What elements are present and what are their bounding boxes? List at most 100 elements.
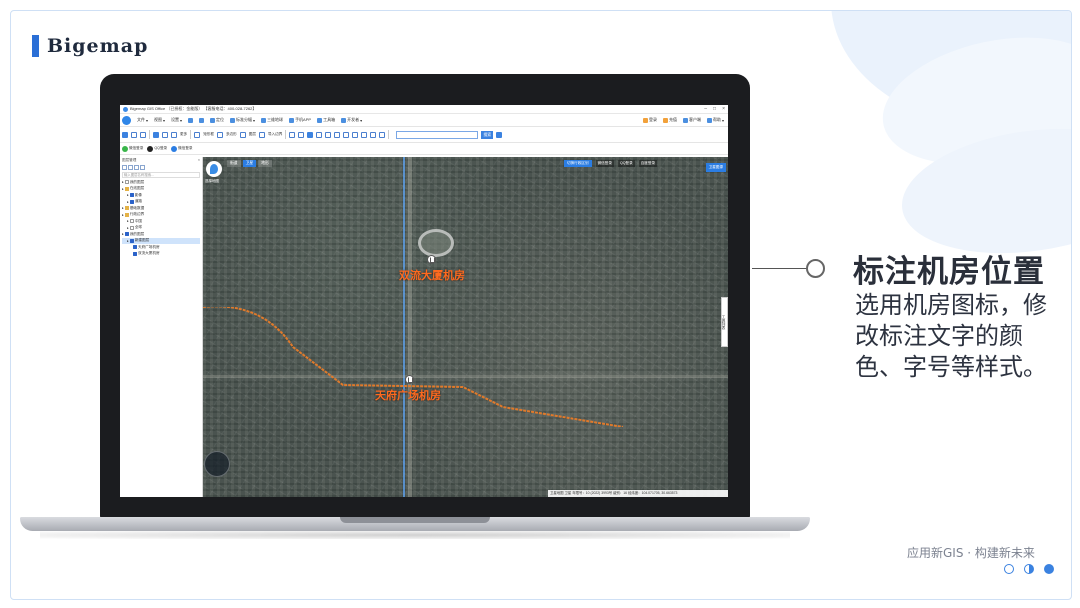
expand-arrow-icon[interactable]: ▸ xyxy=(122,232,124,236)
expand-arrow-icon[interactable]: ▸ xyxy=(127,200,129,204)
layer-icon[interactable] xyxy=(239,131,246,138)
expand-arrow-icon[interactable]: ▸ xyxy=(127,219,129,223)
text-icon[interactable] xyxy=(379,131,386,138)
map-label-2[interactable]: 天府广场机房 xyxy=(375,387,441,403)
wechat-login-2[interactable]: 微信登录 xyxy=(171,145,193,152)
server-room-pin-icon[interactable] xyxy=(405,375,414,384)
filter-icon[interactable] xyxy=(140,165,145,170)
login-bar: 微信登录 QQ登录 微信登录 xyxy=(120,143,728,155)
maximize-icon[interactable]: □ xyxy=(713,106,716,112)
map-source-icon[interactable] xyxy=(171,131,177,138)
menu-toolbox[interactable]: 工具箱 xyxy=(315,117,337,123)
expand-arrow-icon[interactable]: ▸ xyxy=(122,213,124,217)
expand-arrow-icon[interactable]: ▸ xyxy=(122,180,124,184)
layer-label[interactable]: 图层 xyxy=(249,132,256,137)
square-icon[interactable] xyxy=(361,131,368,138)
tab-satellite[interactable]: 卫星 xyxy=(242,160,257,167)
tool-list-tab[interactable]: 工具列表 xyxy=(721,297,728,347)
close-panel-icon[interactable]: × xyxy=(198,158,200,164)
expand-arrow-icon[interactable]: ▸ xyxy=(127,193,129,197)
menu-settings[interactable]: 设置 ▾ xyxy=(169,117,184,123)
layer-checkbox[interactable] xyxy=(129,238,134,243)
menu-file[interactable]: 文件 ▾ xyxy=(135,117,150,123)
layer-checkbox[interactable] xyxy=(129,219,134,224)
login-button[interactable]: 登录 xyxy=(641,117,659,123)
page-dot-active[interactable] xyxy=(1044,564,1054,574)
layer-tree-item[interactable]: 双流大厦机房 xyxy=(122,251,200,258)
layer-checkbox[interactable] xyxy=(133,251,137,256)
layer-tree-label: 行政边界 xyxy=(129,212,145,217)
search-option-icon[interactable] xyxy=(496,131,503,138)
folder-icon[interactable] xyxy=(128,165,133,170)
expand-arrow-icon[interactable]: ▸ xyxy=(122,187,124,191)
app-home-icon[interactable] xyxy=(122,115,131,125)
tab-street[interactable]: 街道 xyxy=(227,160,241,167)
circle-icon[interactable] xyxy=(334,131,341,138)
polygon-icon[interactable] xyxy=(216,131,223,138)
client-button[interactable]: 客户端 xyxy=(681,117,703,123)
map-logo-icon[interactable] xyxy=(206,161,222,177)
switch-region-button[interactable]: 切换行政区划 xyxy=(564,160,592,167)
more-button[interactable]: 更多 xyxy=(180,132,187,137)
zoom-out-icon[interactable] xyxy=(197,117,206,123)
layer-checkbox[interactable] xyxy=(129,199,134,204)
compass-icon[interactable] xyxy=(204,451,230,477)
help-button[interactable]: 帮助 ▾ xyxy=(705,117,726,123)
layer-checkbox[interactable] xyxy=(129,225,134,230)
menu-developer[interactable]: 开发者 ▾ xyxy=(339,117,364,123)
map-qq-login[interactable]: QQ登录 xyxy=(617,160,635,167)
line-icon[interactable] xyxy=(316,131,323,138)
search-input[interactable] xyxy=(396,130,479,139)
menu-locate[interactable]: 定位 xyxy=(208,117,226,123)
page-dot[interactable] xyxy=(1004,564,1014,574)
expand-arrow-icon[interactable]: ▸ xyxy=(122,206,124,210)
map-label-1[interactable]: 双流大厦机房 xyxy=(399,267,465,283)
layer-checkbox[interactable] xyxy=(124,232,129,237)
folder-icon[interactable] xyxy=(122,131,128,138)
expand-arrow-icon[interactable]: ▸ xyxy=(127,226,129,230)
map-wechat-login[interactable]: 微信登录 xyxy=(595,160,614,167)
polyline-icon[interactable] xyxy=(325,131,332,138)
measure-icon[interactable] xyxy=(370,131,377,138)
wechat-login[interactable]: 微信登录 xyxy=(122,145,143,152)
layers-icon[interactable] xyxy=(131,131,137,138)
menu-3d[interactable]: 三维地球 xyxy=(259,117,285,123)
download-icon[interactable] xyxy=(153,131,159,138)
qq-login[interactable]: QQ登录 xyxy=(147,145,167,152)
arc-icon[interactable] xyxy=(352,131,359,138)
map-view[interactable]: 选择地图 街道 卫星 地形 切换行政区划 微信登录 QQ登录 百度登录 卫星图源… xyxy=(203,157,728,497)
map-source-button[interactable]: 卫星图源 xyxy=(705,163,726,172)
layer-checkbox[interactable] xyxy=(133,245,137,250)
rectangle-select-icon[interactable] xyxy=(194,131,201,138)
marker-icon[interactable] xyxy=(307,131,314,138)
layer-search-input[interactable]: 输入图层名称搜索... xyxy=(122,172,200,178)
copy-icon[interactable] xyxy=(140,131,146,138)
page-dot[interactable] xyxy=(1024,564,1034,574)
layer-checkbox[interactable] xyxy=(124,180,129,185)
refresh-icon[interactable] xyxy=(162,131,168,138)
zoom-in-icon[interactable] xyxy=(186,117,195,123)
search-button[interactable]: 搜索 xyxy=(481,130,494,139)
pan-icon[interactable] xyxy=(289,131,296,138)
pointer-icon[interactable] xyxy=(298,131,305,138)
import-boundary-icon[interactable] xyxy=(258,131,265,138)
menubar: 文件 ▾ 视图 ▾ 设置 ▾ 定位 标准分幅 ▾ 三维地球 手机APP 工具箱 开发者 ▾… xyxy=(120,114,728,127)
menu-grid[interactable]: 标准分幅 ▾ xyxy=(228,117,257,123)
map-logo-label[interactable]: 选择地图 xyxy=(205,179,219,184)
import-boundary-label[interactable]: 导入边界 xyxy=(268,132,282,137)
recharge-button[interactable]: 充值 xyxy=(661,117,679,123)
add-layer-icon[interactable] xyxy=(122,165,127,170)
layer-checkbox[interactable] xyxy=(129,193,134,198)
expand-arrow-icon[interactable]: ▸ xyxy=(127,239,129,243)
rectangle-select-label[interactable]: 矩形框 xyxy=(203,132,214,137)
map-baidu-login[interactable]: 百度登录 xyxy=(638,160,658,167)
server-room-pin-icon[interactable] xyxy=(427,255,436,264)
tab-terrain[interactable]: 地形 xyxy=(258,160,272,167)
polygon-label[interactable]: 多边形 xyxy=(226,132,237,137)
search-icon[interactable] xyxy=(134,165,139,170)
close-icon[interactable]: × xyxy=(722,106,725,112)
menu-view[interactable]: 视图 ▾ xyxy=(152,117,167,123)
minimize-icon[interactable]: – xyxy=(704,106,707,112)
menu-mobile[interactable]: 手机APP xyxy=(287,117,313,123)
ellipse-icon[interactable] xyxy=(343,131,350,138)
